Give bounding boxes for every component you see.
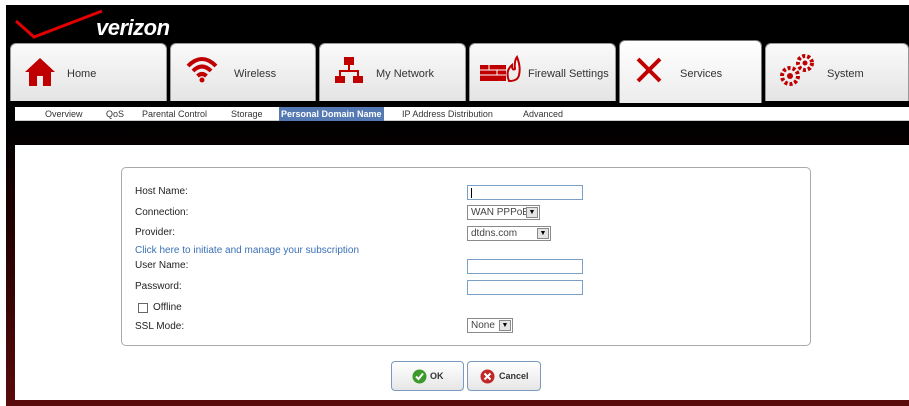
subnav-overview[interactable]: Overview [45,107,83,121]
chevron-down-icon: ▼ [499,320,511,331]
provider-select[interactable]: dtdns.com ▼ [467,226,551,241]
password-label: Password: [135,281,182,292]
chevron-down-icon: ▼ [526,207,538,218]
main-tabs: Home Wireless My Network Firewall Settin… [8,40,909,103]
firewall-icon [480,55,521,83]
network-icon [335,57,363,83]
verizon-logo: verizon [14,9,184,41]
tab-home-label: Home [67,68,97,80]
sub-navigation: Overview QoS Parental Control Storage Pe… [15,107,909,121]
subnav-parental-control[interactable]: Parental Control [142,107,207,121]
checkmark-icon [15,9,103,39]
tab-firewall-settings-label: Firewall Settings [528,68,609,80]
settings-box [121,167,811,346]
ok-button-label: OK [430,371,444,381]
provider-label: Provider: [135,227,176,238]
ssl-mode-select[interactable]: None ▼ [467,318,513,333]
subnav-qos[interactable]: QoS [106,107,124,121]
host-name-label: Host Name: [135,186,188,197]
subnav-storage[interactable]: Storage [231,107,263,121]
tab-home[interactable]: Home [10,43,167,101]
provider-value: dtdns.com [471,228,518,239]
user-name-input[interactable] [467,259,583,274]
tab-system[interactable]: System [765,43,909,101]
ok-button[interactable]: OK [391,361,464,391]
tab-my-network[interactable]: My Network [319,43,466,101]
tab-wireless[interactable]: Wireless [170,43,316,101]
tab-wireless-label: Wireless [234,68,277,80]
tab-firewall-settings[interactable]: Firewall Settings [469,43,616,101]
ssl-mode-value: None [471,320,495,331]
ssl-mode-label: SSL Mode: [135,321,185,332]
subnav-personal-domain-name[interactable]: Personal Domain Name [279,107,384,121]
tools-icon [636,57,662,83]
connection-label: Connection: [135,207,189,218]
subnav-ip-address-distribution[interactable]: IP Address Distribution [402,107,493,121]
host-name-input[interactable] [467,185,583,200]
cancel-circle-icon [480,369,495,384]
cancel-button[interactable]: Cancel [467,361,541,391]
gears-icon [780,54,814,86]
password-input[interactable] [467,280,583,295]
connection-value: WAN PPPoE [471,207,529,218]
house-icon [25,58,55,86]
subnav-advanced[interactable]: Advanced [523,107,563,121]
offline-checkbox[interactable] [138,303,148,313]
text-caret [471,188,472,198]
chevron-down-icon: ▼ [537,228,549,239]
brand-name: verizon [96,15,170,40]
connection-select[interactable]: WAN PPPoE ▼ [467,205,540,220]
cancel-button-label: Cancel [499,371,529,381]
wifi-icon [186,57,218,83]
offline-label: Offline [153,302,182,313]
subscription-link[interactable]: Click here to initiate and manage your s… [135,245,359,256]
tab-system-label: System [827,68,864,80]
tab-my-network-label: My Network [376,68,435,80]
tab-services-label: Services [680,68,723,80]
check-circle-icon [412,369,427,384]
tab-services[interactable]: Services [619,40,762,103]
user-name-label: User Name: [135,260,189,271]
